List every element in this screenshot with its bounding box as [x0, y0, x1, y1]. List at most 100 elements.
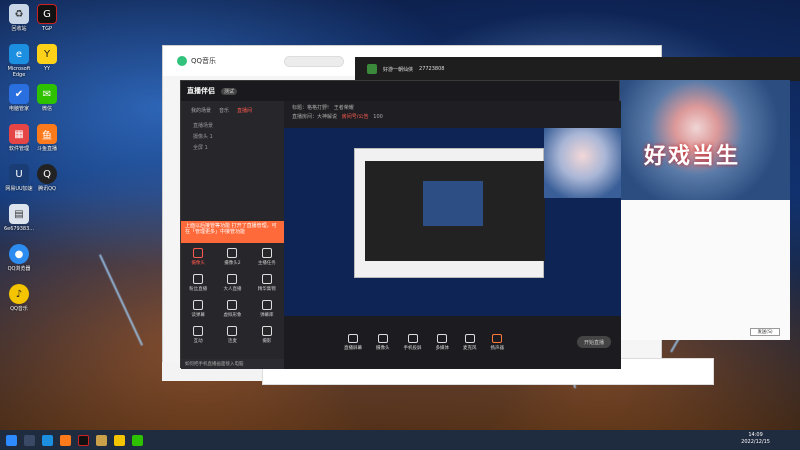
beta-badge: 测试	[221, 87, 238, 95]
douyu-icon: 鱼	[37, 124, 57, 144]
qq-music-icon: ♪	[9, 284, 29, 304]
danmaku-icon	[193, 300, 204, 310]
layer-item[interactable]: 摄像头 1	[181, 131, 284, 142]
game-id: 27723808	[419, 66, 445, 72]
live-preview[interactable]	[284, 128, 621, 316]
uu-accelerator-icon: U	[9, 164, 29, 184]
tool-fan-live[interactable]: 粉丝直播	[181, 274, 215, 292]
camera-icon	[377, 334, 388, 343]
viewer-count: 100	[373, 114, 383, 120]
live-taskbar-icon[interactable]	[60, 434, 71, 446]
preview-nested-window	[354, 148, 545, 278]
screen-icon	[348, 334, 358, 343]
download-icon	[227, 274, 238, 284]
taskbar: 14:09 2022/12/15	[0, 430, 800, 450]
wechat-taskbar-icon[interactable]	[132, 434, 143, 446]
interact-icon	[193, 326, 204, 336]
banner-text: 好戏当生	[644, 143, 741, 169]
desktop-icon-yy[interactable]: Y YY	[30, 44, 64, 72]
tip-banner[interactable]: 上面以后接管等功能 打开了直播管理，可在「管理更多」中接管功能	[181, 221, 284, 243]
camera-source-button[interactable]: 摄像头	[376, 334, 390, 351]
tgp-taskbar-icon[interactable]	[78, 434, 89, 446]
qq-music-taskbar-icon[interactable]	[114, 434, 125, 446]
mic-link-icon	[227, 326, 238, 336]
live-brand: 直播伴侣	[187, 87, 215, 95]
game-taskbar-icon[interactable]	[96, 434, 107, 446]
live-titlebar: 直播伴侣 测试	[181, 81, 619, 101]
camera-icon	[227, 248, 238, 258]
edge-taskbar-icon[interactable]	[42, 434, 53, 446]
tool-tasks[interactable]: 主播任务	[250, 248, 284, 266]
preview-anime	[544, 128, 621, 198]
anime-banner: 好戏当生	[620, 80, 790, 200]
tool-camera[interactable]: 摄像头	[181, 248, 215, 266]
phone-cast-button[interactable]: 手机投屏	[404, 334, 422, 351]
live-companion-window[interactable]: 直播伴侣 测试 我的场景 音乐 直播间 直播场景 摄像头 1 全屏 1 上面以后…	[180, 80, 621, 369]
media-source-button[interactable]: 多媒体	[436, 334, 449, 351]
file-icon: ▤	[9, 204, 29, 224]
qq-music-title: QQ音乐	[191, 57, 217, 65]
tool-camera2[interactable]: 摄像头2	[215, 248, 249, 266]
live-bottom-toolbar: 直播屏幕 摄像头 手机投屏 多媒体 麦克风 扬声器 开始直播	[284, 316, 621, 369]
screen-source-button[interactable]: 直播屏幕	[344, 334, 362, 351]
game-window-titlebar[interactable]: 好游一朝仙侠 27723808	[355, 57, 800, 81]
live-category[interactable]: 王者荣耀	[334, 105, 354, 111]
photo-icon	[261, 326, 272, 336]
desktop-icon-qq-browser[interactable]: ● QQ浏览器	[2, 244, 36, 272]
room-id: 房间号/公告	[341, 114, 369, 120]
media-icon	[437, 334, 448, 343]
yy-icon: Y	[37, 44, 57, 64]
recycle-bin-icon: ♻	[9, 4, 29, 24]
edge-icon: e	[9, 44, 29, 64]
camera-icon	[193, 248, 204, 258]
tool-interact[interactable]: 互动	[181, 326, 215, 344]
microphone-icon	[464, 334, 475, 343]
send-button[interactable]: 发送(S)	[750, 328, 780, 336]
microphone-button[interactable]: 麦克风	[463, 334, 477, 351]
desktop-icon-file[interactable]: ▤ 6e679383...	[2, 204, 36, 232]
library-icon	[261, 300, 272, 310]
tool-avatar[interactable]: 虚拟形象	[215, 300, 249, 318]
qq-music-logo-icon	[177, 56, 187, 66]
highlight-icon	[261, 274, 272, 284]
pc-manager-icon: ✔	[9, 84, 29, 104]
live-sidebar: 我的场景 音乐 直播间 直播场景 摄像头 1 全屏 1 上面以后接管等功能 打开…	[181, 101, 284, 369]
layer-item[interactable]: 直播场景	[181, 120, 284, 131]
avatar-icon	[227, 300, 238, 310]
home-icon[interactable]	[367, 64, 377, 74]
layer-item[interactable]: 全屏 1	[181, 142, 284, 153]
desktop-icon-douyu[interactable]: 鱼 斗鱼直播	[30, 124, 64, 152]
preview-nested-live	[365, 161, 545, 261]
tab-my-scenes[interactable]: 我的场景	[191, 107, 211, 114]
live-info-panel: 标题：格格打野! 王者荣耀 直播房间：大神解说 房间号/公告 100	[284, 101, 621, 128]
tool-read-danmaku[interactable]: 读弹幕	[181, 300, 215, 318]
tool-mic-link[interactable]: 连麦	[215, 326, 249, 344]
phone-icon	[407, 334, 418, 343]
fan-icon	[193, 274, 204, 284]
chat-panel[interactable]: 发送(S)	[620, 200, 790, 340]
taskbar-clock[interactable]: 14:09 2022/12/15	[741, 432, 770, 446]
tab-music[interactable]: 音乐	[219, 107, 229, 114]
desktop-icon-tgp[interactable]: G TGP	[30, 4, 64, 32]
phone-stream-link[interactable]: 如何把手机直播画面接入电脑	[181, 359, 284, 369]
desktop-icon-qq-music[interactable]: ♪ QQ音乐	[2, 284, 36, 312]
speaker-button[interactable]: 扬声器	[491, 334, 504, 351]
tool-highlights[interactable]: 精华集锦	[250, 274, 284, 292]
desktop-icon-wechat[interactable]: ✉ 微信	[30, 84, 64, 112]
tool-photo[interactable]: 摄影	[250, 326, 284, 344]
tool-danmaku-lib[interactable]: 弹幕库	[250, 300, 284, 318]
live-title: 标题：格格打野!	[292, 105, 330, 111]
task-icon	[261, 248, 272, 258]
qq-browser-icon: ●	[9, 244, 29, 264]
tool-adult-live[interactable]: 大人直播	[215, 274, 249, 292]
speaker-icon	[492, 334, 503, 343]
preview-nested-deep	[423, 181, 483, 226]
start-icon[interactable]	[6, 434, 17, 446]
start-live-button[interactable]: 开始直播	[577, 336, 611, 348]
search-icon[interactable]	[24, 434, 35, 446]
tab-live-room[interactable]: 直播间	[237, 107, 252, 114]
game-title: 好游一朝仙侠	[383, 66, 414, 73]
desktop-icon-qq[interactable]: Q 腾讯QQ	[30, 164, 64, 192]
live-room: 直播房间：大神解说	[292, 114, 338, 120]
qq-music-search-input[interactable]	[284, 55, 345, 67]
